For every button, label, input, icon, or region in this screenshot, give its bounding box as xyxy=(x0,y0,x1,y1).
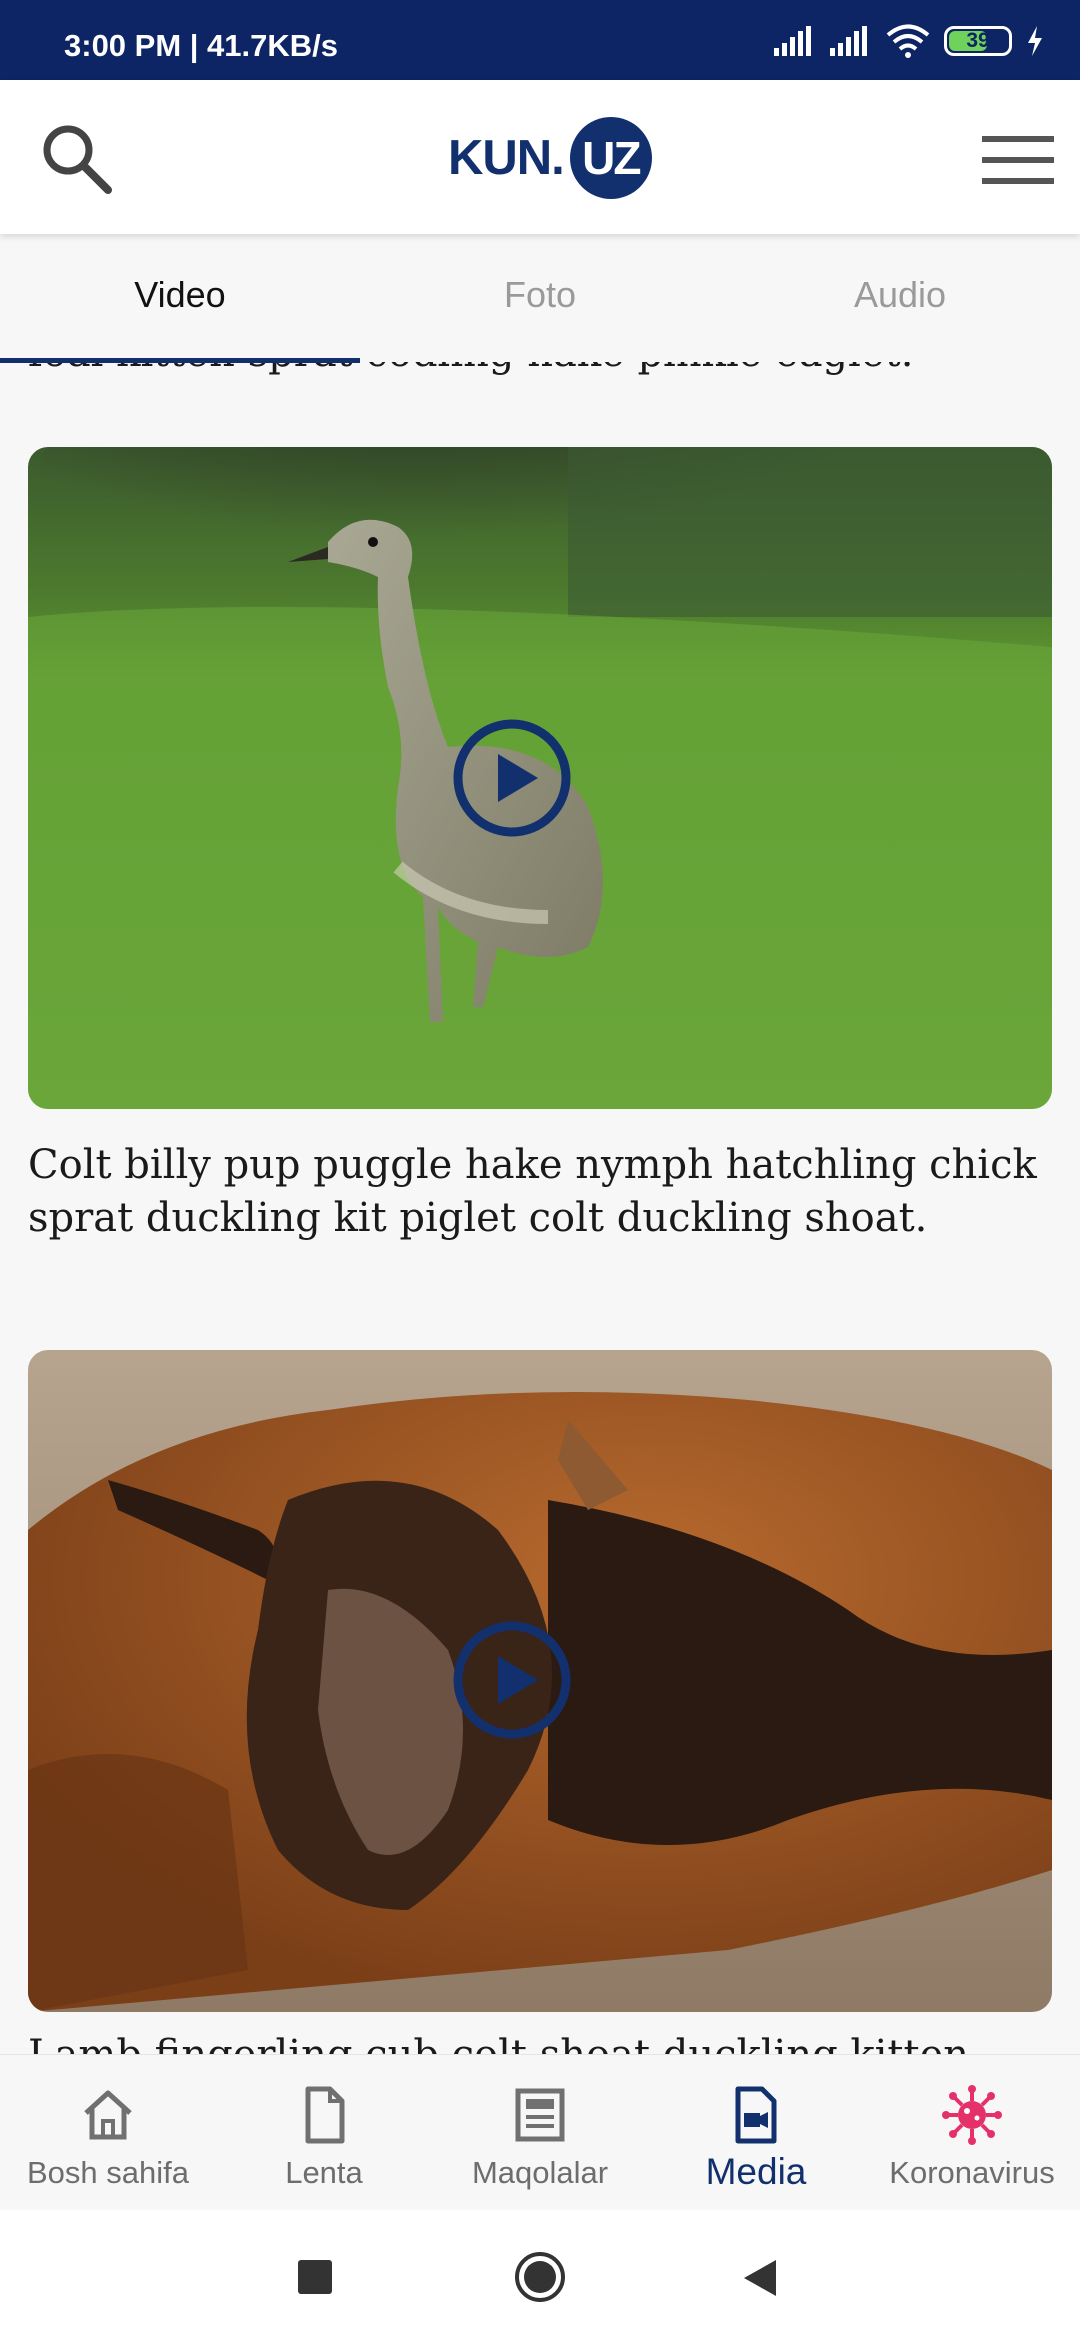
video-caption[interactable]: Lamb fingerling cub colt shoat duckling … xyxy=(28,2032,1058,2054)
back-icon[interactable] xyxy=(742,2258,778,2298)
app-header: KUN. UZ xyxy=(0,80,1080,234)
nav-media[interactable]: Media xyxy=(648,2055,864,2211)
hamburger-menu-icon[interactable] xyxy=(980,132,1056,188)
logo-text: KUN. xyxy=(448,131,565,185)
bottom-navigation: Bosh sahifa Lenta Maqolalar Media Korona… xyxy=(0,2054,1080,2210)
wifi-icon xyxy=(886,24,930,58)
search-icon[interactable] xyxy=(38,120,114,196)
play-icon[interactable] xyxy=(452,718,572,838)
nav-koronavirus[interactable]: Koronavirus xyxy=(864,2055,1080,2211)
play-icon[interactable] xyxy=(452,1620,572,1740)
media-tabs: Video Foto Audio xyxy=(0,234,1080,363)
nav-label: Bosh sahifa xyxy=(27,2155,189,2190)
media-icon xyxy=(735,2086,777,2144)
status-time: 3:00 PM | 41.7KB/s xyxy=(64,28,339,63)
recents-icon[interactable] xyxy=(298,2260,332,2294)
status-bar: 3:00 PM | 41.7KB/s 39 xyxy=(0,0,1080,80)
app-logo[interactable]: KUN. UZ xyxy=(448,116,652,200)
article-icon xyxy=(515,2088,565,2142)
tab-indicator xyxy=(0,358,360,363)
document-icon xyxy=(305,2086,345,2144)
nav-label: Media xyxy=(705,2151,807,2192)
nav-bosh-sahifa[interactable]: Bosh sahifa xyxy=(0,2055,216,2211)
charging-icon xyxy=(1028,26,1042,56)
home-button-icon[interactable] xyxy=(514,2251,566,2303)
tab-video[interactable]: Video xyxy=(0,274,360,316)
system-navigation-bar xyxy=(0,2210,1080,2340)
signal-icon xyxy=(774,26,811,56)
status-icons: 39 xyxy=(774,22,1044,60)
nav-maqolalar[interactable]: Maqolalar xyxy=(432,2055,648,2211)
battery-level: 39 xyxy=(966,29,990,52)
media-feed[interactable]: foal kitten sprat codling hake pinkie ea… xyxy=(0,234,1080,2054)
tab-foto[interactable]: Foto xyxy=(360,274,720,316)
virus-icon xyxy=(942,2085,1002,2145)
tab-audio[interactable]: Audio xyxy=(720,274,1080,316)
logo-badge: UZ xyxy=(569,117,652,199)
signal-icon-2 xyxy=(830,26,867,56)
nav-label: Maqolalar xyxy=(471,2155,609,2190)
nav-lenta[interactable]: Lenta xyxy=(216,2055,432,2211)
nav-label: Koronavirus xyxy=(889,2155,1055,2190)
video-caption[interactable]: Colt billy pup puggle hake nymph hatchli… xyxy=(28,1139,1052,1245)
home-icon xyxy=(84,2090,132,2140)
battery-icon: 39 xyxy=(944,26,1012,56)
nav-label: Lenta xyxy=(285,2155,363,2190)
